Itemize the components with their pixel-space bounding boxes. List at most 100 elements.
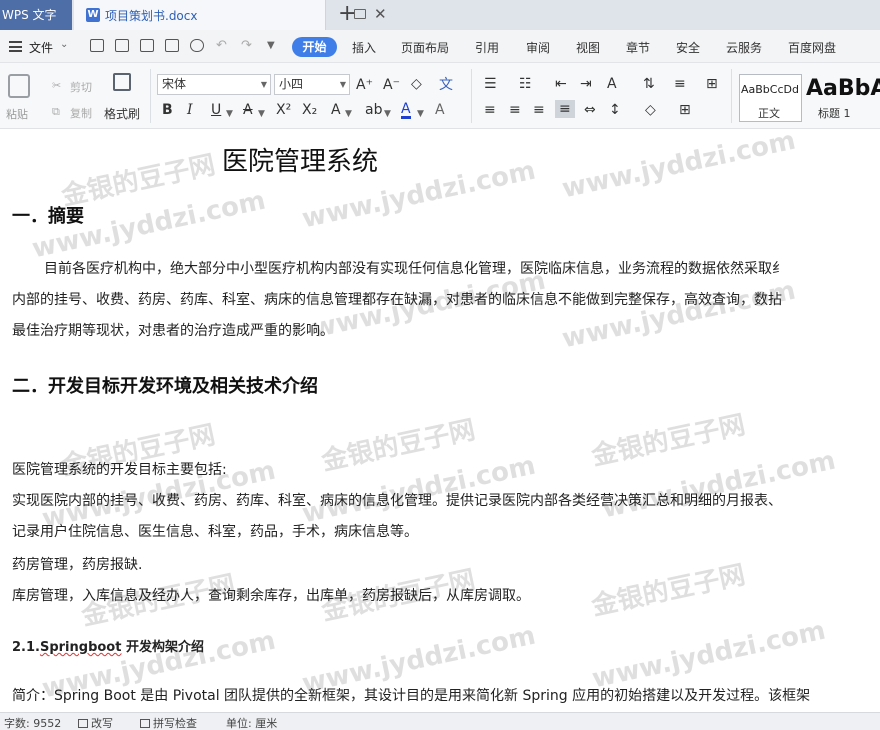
close-tab-icon[interactable]: ✕ [374, 5, 387, 23]
sort-icon[interactable]: ⇅ [643, 76, 655, 92]
paragraph-spacing-icon[interactable]: ↕ [609, 102, 621, 118]
divider [731, 69, 732, 123]
heading-dev-goals: 二．开发目标开发环境及相关技术介绍 [12, 376, 318, 397]
chevron-down-icon[interactable]: ⌄ [60, 39, 68, 50]
style-heading1-sample[interactable]: AaBbA [806, 76, 880, 101]
print-icon[interactable] [165, 39, 179, 52]
font-name-value: 宋体 [162, 77, 187, 91]
document-page[interactable]: 金银的豆子网 www.jyddzi.com www.jyddzi.com www… [0, 130, 880, 712]
watermark-url: www.jyddzi.com [559, 275, 799, 355]
distribute-icon[interactable]: ⇔ [584, 102, 596, 118]
decrease-indent-icon[interactable]: ⇤ [555, 76, 567, 92]
word-count[interactable]: 字数: 9552 [4, 715, 61, 730]
unit-indicator[interactable]: 单位: 厘米 [226, 715, 277, 730]
chevron-down-icon: ▼ [339, 80, 346, 89]
font-name-select[interactable]: 宋体 ▼ [157, 74, 271, 95]
save-icon[interactable] [115, 39, 129, 52]
undo-icon[interactable]: ↶ [216, 38, 227, 53]
watermark-text: 金银的豆子网 [319, 415, 478, 477]
style-normal-label: 正文 [758, 107, 780, 120]
spell-check-toggle[interactable]: 拼写检查 [140, 715, 197, 730]
quick-access-more-icon[interactable]: ▼ [267, 40, 275, 51]
paragraph-line: 内部的挂号、收费、药房、药库、科室、病床的信息管理都存在缺漏，对患者的临床信息不… [12, 292, 782, 308]
chevron-down-icon[interactable]: ▼ [258, 106, 265, 122]
heading-text: 开发构架介绍 [121, 640, 204, 655]
tab-review[interactable]: 审阅 [526, 39, 550, 56]
cut-button[interactable]: 剪切 [70, 79, 92, 95]
menu-icon[interactable] [9, 41, 22, 52]
table-icon[interactable]: ⊞ [706, 76, 718, 92]
divider [150, 69, 151, 123]
chevron-down-icon[interactable]: ▼ [226, 106, 233, 122]
align-left-icon[interactable]: ≡ [484, 102, 496, 118]
export-pdf-icon[interactable] [140, 39, 154, 52]
bold-button[interactable]: B [162, 102, 173, 118]
clear-format-icon[interactable]: ◇ [411, 76, 422, 92]
app-tab[interactable]: WPS 文字 [0, 0, 72, 30]
paragraph-line: 实现医院内部的挂号、收费、药房、药库、科室、病床的信息化管理。提供记录医院内部各… [12, 493, 782, 509]
copy-icon[interactable]: ⧉ [52, 105, 60, 119]
tab-section[interactable]: 章节 [626, 39, 650, 56]
border-icon[interactable]: ⊞ [679, 102, 691, 118]
superscript-button[interactable]: X² [276, 102, 291, 118]
tab-home[interactable]: 开始 [292, 37, 337, 57]
paragraph-line: 目前各医疗机构中，绝大部分中小型医疗机构内部没有实现任何信息化管理，医院临床信息… [44, 261, 786, 277]
shading-icon[interactable]: ◇ [645, 102, 656, 118]
highlight-icon[interactable]: ab [365, 102, 382, 118]
line-spacing-icon[interactable]: ≡ [674, 76, 686, 92]
print-preview-icon[interactable] [190, 39, 204, 52]
char-shading-button[interactable]: A [435, 102, 445, 118]
file-menu[interactable]: 文件 [29, 39, 53, 56]
tab-security[interactable]: 安全 [676, 39, 700, 56]
chevron-down-icon[interactable]: ▼ [417, 106, 424, 122]
status-bar: 字数: 9552 改写 拼写检查 单位: 厘米 [0, 712, 880, 730]
chevron-down-icon[interactable]: ▼ [345, 106, 352, 122]
subscript-button[interactable]: X₂ [302, 102, 317, 118]
tab-view[interactable]: 视图 [576, 39, 600, 56]
open-icon[interactable] [90, 39, 104, 52]
pinyin-guide-button[interactable]: 文 [439, 77, 453, 93]
tab-page-layout[interactable]: 页面布局 [401, 39, 449, 56]
tab-insert[interactable]: 插入 [352, 39, 376, 56]
scissors-icon[interactable]: ✂ [52, 79, 61, 92]
redo-icon[interactable]: ↷ [241, 38, 252, 53]
chevron-down-icon[interactable]: ▼ [384, 106, 391, 122]
strikethrough-button[interactable]: A [243, 102, 253, 118]
align-right-icon[interactable]: ≡ [533, 102, 545, 118]
copy-button[interactable]: 复制 [70, 105, 92, 121]
font-color-button[interactable]: A [401, 102, 411, 119]
paste-icon[interactable] [8, 74, 30, 98]
align-center-icon[interactable]: ≡ [509, 102, 521, 118]
underline-button[interactable]: U [211, 102, 221, 118]
paste-button[interactable]: 粘贴 [6, 106, 28, 122]
home-toolbar: 粘贴 ✂ 剪切 ⧉ 复制 格式刷 宋体 ▼ 小四 ▼ A⁺ A⁻ ◇ 文 B I U… [0, 63, 880, 129]
font-size-select[interactable]: 小四 ▼ [274, 74, 350, 95]
tab-baidu-netdisk[interactable]: 百度网盘 [788, 39, 836, 56]
text-effect-button[interactable]: A [331, 102, 341, 118]
watermark-text: 金银的豆子网 [589, 410, 748, 472]
document-tab[interactable]: W 项目策划书.docx ✕ [74, 0, 387, 30]
spell-error-word[interactable]: Springboot [40, 640, 121, 655]
italic-button[interactable]: I [187, 102, 193, 118]
numbered-list-icon[interactable]: ☷ [519, 76, 532, 92]
tab-cloud-service[interactable]: 云服务 [726, 39, 762, 56]
justify-icon[interactable]: ≡ [555, 100, 575, 118]
style-heading1-label[interactable]: 标题 1 [818, 105, 851, 121]
paragraph-line: 医院管理系统的开发目标主要包括: [12, 462, 227, 478]
text-direction-icon[interactable]: A [607, 76, 617, 92]
chevron-down-icon: ▼ [260, 80, 267, 89]
format-painter-icon[interactable] [113, 73, 131, 91]
bullet-list-icon[interactable]: ☰ [484, 76, 497, 92]
new-tab-button[interactable]: + [338, 1, 356, 27]
heading-abstract: 一．摘要 [12, 206, 84, 227]
track-changes-toggle[interactable]: 改写 [78, 715, 113, 730]
word-doc-icon: W [86, 8, 100, 22]
watermark-url: www.jyddzi.com [589, 615, 829, 695]
tab-references[interactable]: 引用 [475, 39, 499, 56]
title-bar: WPS 文字 W 项目策划书.docx ✕ + [0, 0, 880, 30]
format-painter-button[interactable]: 格式刷 [104, 105, 140, 122]
shrink-font-button[interactable]: A⁻ [383, 77, 400, 93]
grow-font-button[interactable]: A⁺ [356, 77, 373, 93]
increase-indent-icon[interactable]: ⇥ [580, 76, 592, 92]
watermark-url: www.jyddzi.com [559, 130, 799, 205]
